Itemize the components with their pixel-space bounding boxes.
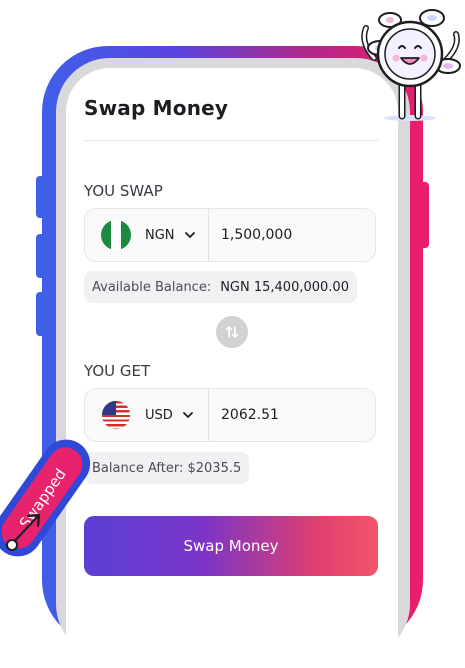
you-get-label: YOU GET — [84, 362, 151, 380]
mascot-illustration — [361, 9, 461, 121]
swap-to-field: USD 2062.51 — [84, 388, 376, 442]
swap-from-field: NGN 1,500,000 — [84, 208, 376, 262]
available-balance-label: Available Balance: — [92, 279, 212, 295]
phone-side-button — [36, 176, 46, 218]
available-balance-value: NGN 15,400,000.00 — [220, 279, 349, 295]
phone-side-button — [419, 182, 429, 248]
phone-side-button — [36, 234, 46, 278]
chevron-down-icon — [182, 408, 193, 422]
you-swap-label: YOU SWAP — [84, 182, 163, 200]
swapped-sticker: Swapped — [0, 439, 91, 557]
receive-amount-value[interactable]: 2062.51 — [221, 407, 279, 423]
swap-amount-input[interactable]: 1,500,000 — [221, 227, 292, 243]
chevron-down-icon — [184, 228, 195, 242]
swap-money-button[interactable]: Swap Money — [84, 516, 378, 576]
available-balance-badge: Available Balance: NGN 15,400,000.00 — [84, 271, 357, 303]
swap-direction-button[interactable] — [216, 316, 248, 348]
nigeria-flag-icon — [101, 220, 131, 250]
to-currency-code: USD — [145, 407, 173, 423]
us-flag-icon — [101, 400, 131, 430]
phone-side-button — [36, 292, 46, 336]
balance-after-text: Balance After: $2035.5 — [92, 460, 242, 476]
from-currency-code: NGN — [145, 227, 175, 243]
divider — [84, 140, 378, 141]
from-currency-select[interactable]: NGN — [85, 209, 209, 261]
swap-vertical-icon — [225, 326, 239, 338]
page-title: Swap Money — [84, 96, 229, 120]
